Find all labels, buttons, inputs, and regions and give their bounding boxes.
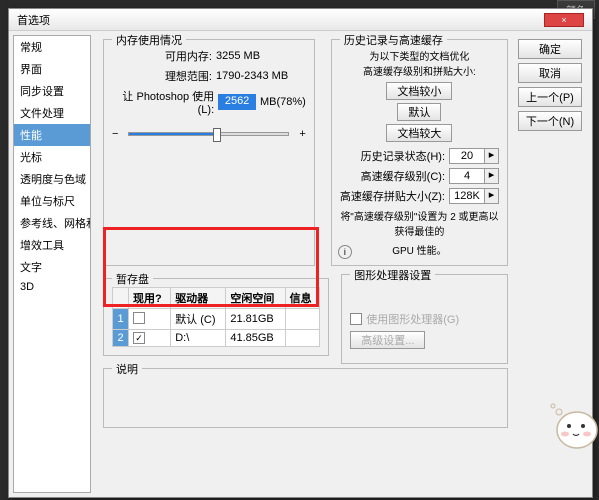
sidebar-item-8[interactable]: 参考线、网格和切片 xyxy=(14,212,90,234)
history-legend: 历史记录与高速缓存 xyxy=(340,32,447,48)
slider-thumb[interactable] xyxy=(213,128,221,142)
memory-legend: 内存使用情况 xyxy=(112,32,186,48)
row-checkbox[interactable] xyxy=(133,312,145,324)
titlebar: 首选项 × xyxy=(9,9,592,31)
cache-levels-stepper[interactable]: ▸ xyxy=(485,168,499,184)
scratch-group: 暂存盘 现用? 驱动器 空闲空间 信息 1默认 (C)21.81GB2✓D:\4… xyxy=(103,278,329,356)
gpu-group: 图形处理器设置 使用图形处理器(G) 高级设置... xyxy=(341,274,508,364)
states-stepper[interactable]: ▸ xyxy=(485,148,499,164)
preferences-window: 首选项 × 常规界面同步设置文件处理性能光标透明度与色域单位与标尺参考线、网格和… xyxy=(8,8,593,498)
history-group: 历史记录与高速缓存 为以下类型的文档优化 高速缓存级别和拼贴大小: 文档较小 默… xyxy=(331,39,508,266)
cache-levels-value[interactable]: 4 xyxy=(449,168,485,184)
scratch-legend: 暂存盘 xyxy=(112,271,153,287)
tile-value[interactable]: 128K xyxy=(449,188,485,204)
optimize-note-1: 为以下类型的文档优化 xyxy=(340,48,499,63)
memory-input[interactable]: 2562 xyxy=(218,94,256,110)
sidebar-item-10[interactable]: 文字 xyxy=(14,256,90,278)
tile-stepper[interactable]: ▸ xyxy=(485,188,499,204)
tile-label: 高速缓存拼贴大小(Z): xyxy=(340,188,445,204)
doc-default-button[interactable]: 默认 xyxy=(397,103,441,121)
cancel-button[interactable]: 取消 xyxy=(518,63,582,83)
gpu-note-2: GPU 性能。 xyxy=(340,242,499,257)
row-drive: 默认 (C) xyxy=(171,309,226,330)
prev-button[interactable]: 上一个(P) xyxy=(518,87,582,107)
slider-minus[interactable]: − xyxy=(112,128,118,140)
next-button[interactable]: 下一个(N) xyxy=(518,111,582,131)
states-value[interactable]: 20 xyxy=(449,148,485,164)
ideal-value: 1790-2343 MB xyxy=(216,70,288,82)
row-info xyxy=(285,330,320,347)
memory-unit: MB(78%) xyxy=(260,96,306,108)
row-free: 21.81GB xyxy=(226,309,285,330)
use-gpu-checkbox xyxy=(350,313,362,325)
info-icon[interactable]: i xyxy=(338,245,352,259)
mascot-icon xyxy=(539,400,599,450)
sidebar-item-2[interactable]: 同步设置 xyxy=(14,80,90,102)
gpu-legend: 图形处理器设置 xyxy=(350,267,435,283)
sidebar-item-3[interactable]: 文件处理 xyxy=(14,102,90,124)
sidebar-item-9[interactable]: 增效工具 xyxy=(14,234,90,256)
col-drive[interactable]: 驱动器 xyxy=(171,288,226,309)
states-label: 历史记录状态(H): xyxy=(361,148,445,164)
col-info[interactable]: 信息 xyxy=(285,288,320,309)
gpu-advanced-button: 高级设置... xyxy=(350,331,425,349)
description-group: 说明 xyxy=(103,368,508,428)
col-free[interactable]: 空闲空间 xyxy=(226,288,285,309)
row-checkbox[interactable]: ✓ xyxy=(133,332,145,344)
use-gpu-label: 使用图形处理器(G) xyxy=(366,311,459,327)
doc-small-button[interactable]: 文档较小 xyxy=(386,82,452,100)
sidebar-item-7[interactable]: 单位与标尺 xyxy=(14,190,90,212)
table-row[interactable]: 2✓D:\41.85GB xyxy=(113,330,320,347)
table-row[interactable]: 1默认 (C)21.81GB xyxy=(113,309,320,330)
sidebar: 常规界面同步设置文件处理性能光标透明度与色域单位与标尺参考线、网格和切片增效工具… xyxy=(13,35,91,493)
main-panel: 确定 取消 上一个(P) 下一个(N) 内存使用情况 可用内存:3255 MB … xyxy=(95,31,592,497)
window-title: 首选项 xyxy=(17,12,50,28)
description-legend: 说明 xyxy=(112,361,142,377)
row-info xyxy=(285,309,320,330)
optimize-note-2: 高速缓存级别和拼贴大小: xyxy=(340,63,499,78)
sidebar-item-4[interactable]: 性能 xyxy=(14,124,90,146)
cache-levels-label: 高速缓存级别(C): xyxy=(361,168,445,184)
sidebar-item-5[interactable]: 光标 xyxy=(14,146,90,168)
scratch-table: 现用? 驱动器 空闲空间 信息 1默认 (C)21.81GB2✓D:\41.85… xyxy=(112,287,320,347)
gpu-note-1: 将"高速缓存级别"设置为 2 或更高以获得最佳的 xyxy=(340,208,499,238)
available-value: 3255 MB xyxy=(216,50,260,62)
row-drive: D:\ xyxy=(171,330,226,347)
ok-button[interactable]: 确定 xyxy=(518,39,582,59)
sidebar-item-11[interactable]: 3D xyxy=(14,278,90,296)
col-active[interactable]: 现用? xyxy=(129,288,171,309)
available-label: 可用内存: xyxy=(112,48,212,64)
slider-plus[interactable]: + xyxy=(299,128,305,140)
sidebar-item-1[interactable]: 界面 xyxy=(14,58,90,80)
row-free: 41.85GB xyxy=(226,330,285,347)
memory-slider[interactable] xyxy=(128,132,289,136)
close-icon[interactable]: × xyxy=(544,13,584,27)
ideal-label: 理想范围: xyxy=(112,68,212,84)
sidebar-item-6[interactable]: 透明度与色域 xyxy=(14,168,90,190)
memory-group: 内存使用情况 可用内存:3255 MB 理想范围:1790-2343 MB 让 … xyxy=(103,39,315,266)
sidebar-item-0[interactable]: 常规 xyxy=(14,36,90,58)
let-use-label: 让 Photoshop 使用(L): xyxy=(112,88,214,116)
doc-large-button[interactable]: 文档较大 xyxy=(386,124,452,142)
